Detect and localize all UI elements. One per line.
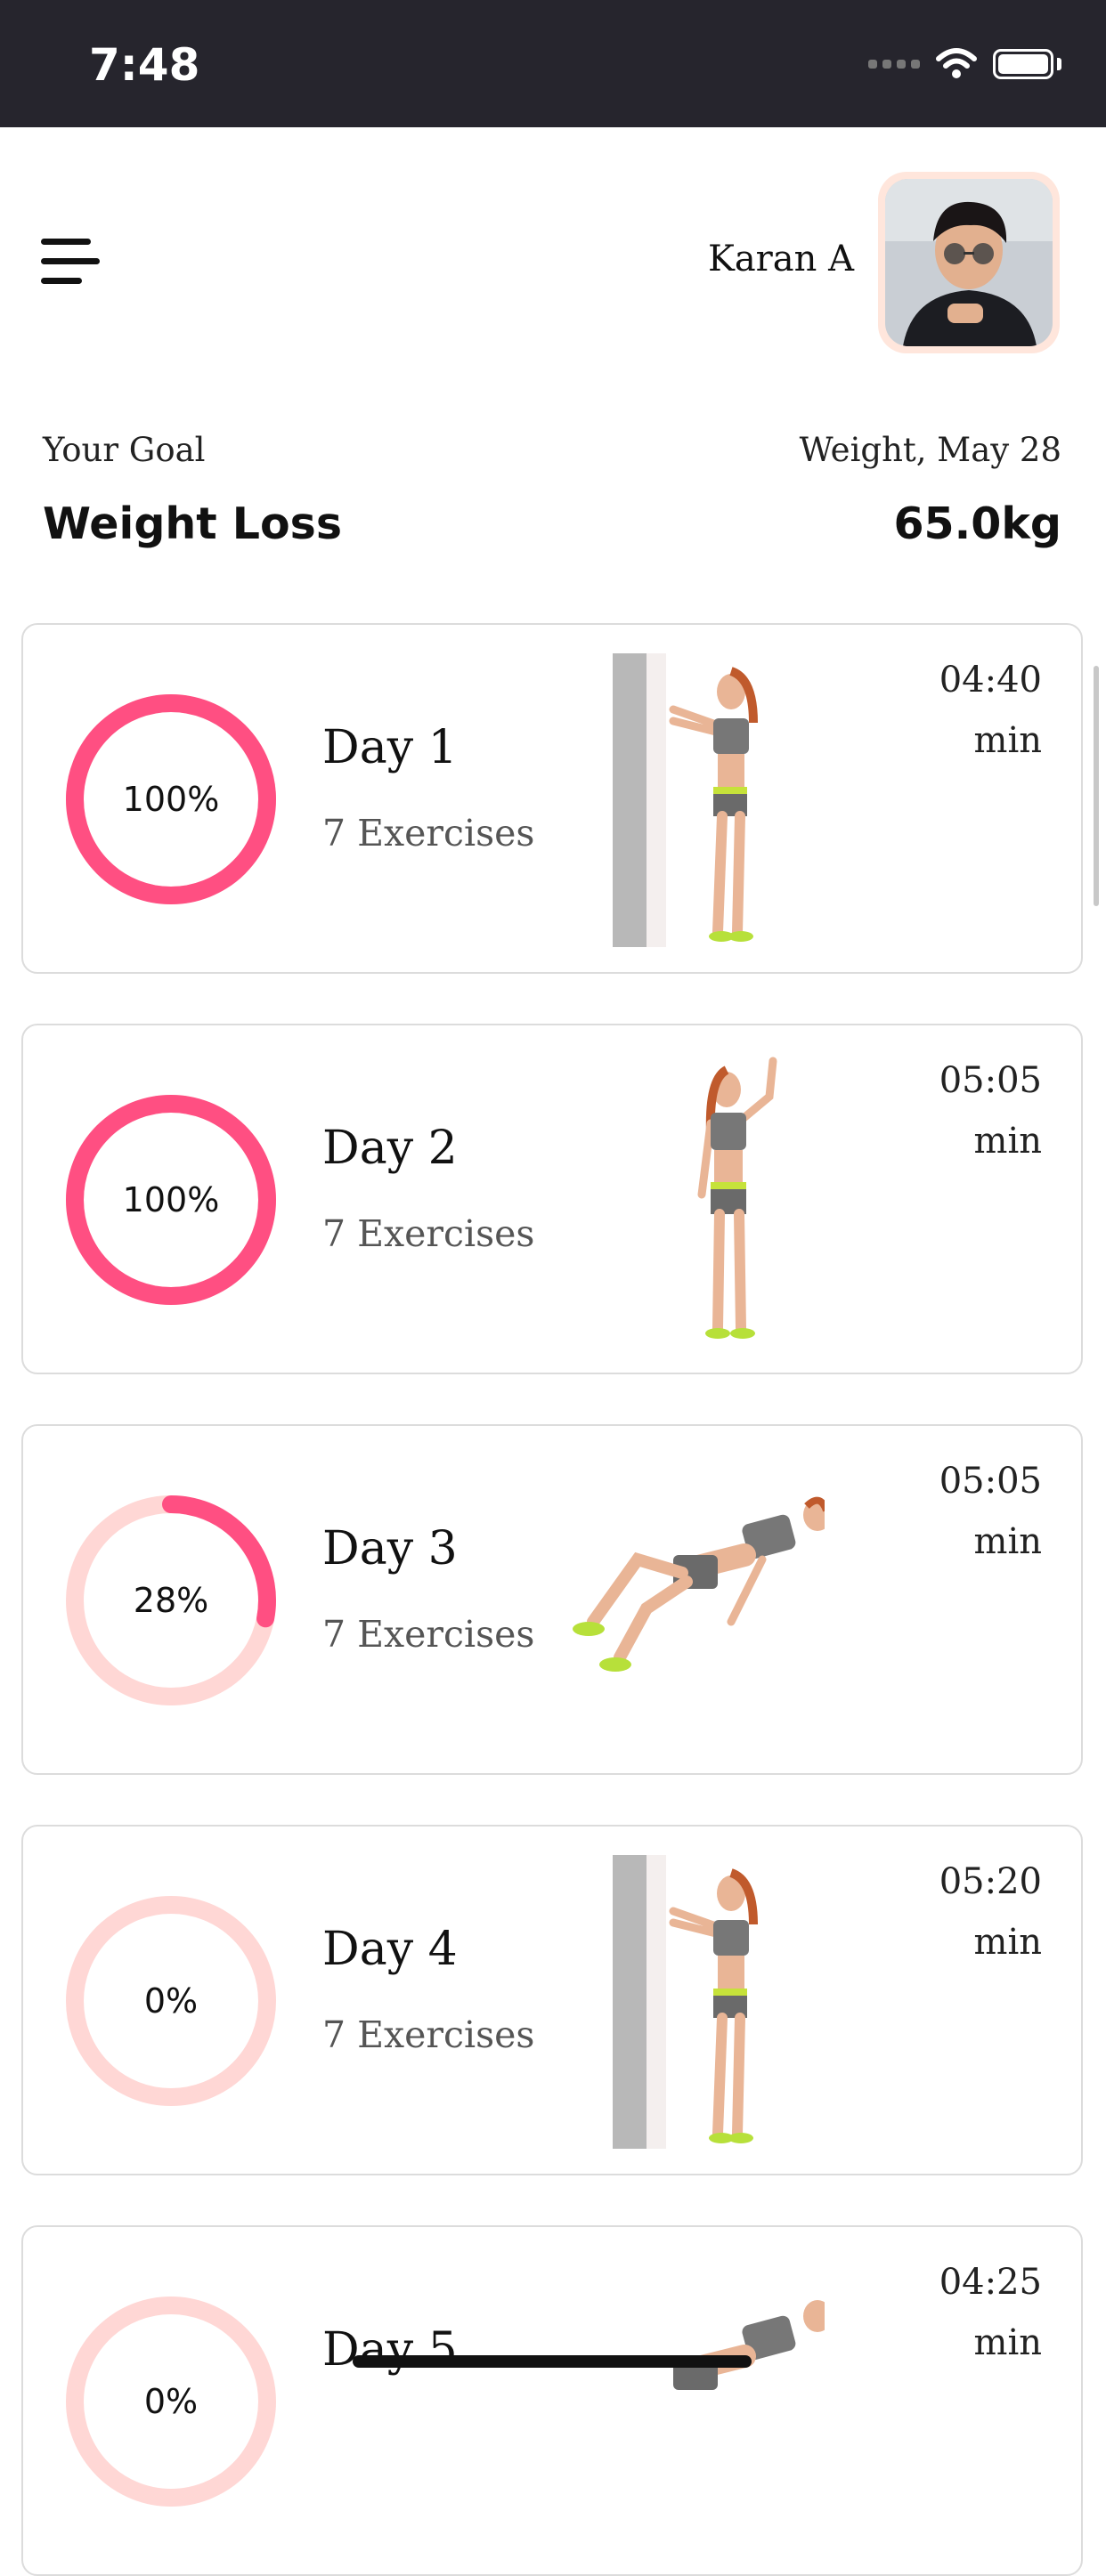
duration: 05:05 min xyxy=(939,1050,1042,1171)
wall-push-up-illustration xyxy=(613,1855,758,2149)
day-card-1[interactable]: 100% Day 1 7 Exercises 04:40 min xyxy=(21,623,1083,974)
duration: 04:40 min xyxy=(939,650,1042,771)
weight-date-label: Weight, May 28 xyxy=(799,431,1061,469)
status-icons xyxy=(868,46,1061,82)
exercise-count: 7 Exercises xyxy=(322,2013,535,2056)
app-header: Karan A xyxy=(0,127,1106,403)
home-indicator[interactable] xyxy=(353,2355,752,2368)
status-bar: 7:48 xyxy=(0,0,1106,127)
duration-value: 05:20 xyxy=(939,1861,1042,1902)
exercise-count: 7 Exercises xyxy=(322,1212,535,1255)
wall-push-up-illustration xyxy=(613,653,758,947)
signal-icon xyxy=(868,60,920,69)
arm-raise-illustration xyxy=(697,1057,777,1339)
duration-unit: min xyxy=(973,1922,1042,1963)
user-name[interactable]: Karan A xyxy=(708,239,854,279)
duration-value: 04:25 xyxy=(939,2262,1042,2303)
floor-exercise-illustration xyxy=(673,2300,825,2390)
progress-label: 100% xyxy=(122,1180,220,1219)
duration-unit: min xyxy=(973,720,1042,761)
duration: 05:05 min xyxy=(939,1451,1042,1572)
duration-value: 05:05 xyxy=(939,1060,1042,1101)
progress-label: 0% xyxy=(143,1981,199,2021)
day-title: Day 5 xyxy=(322,2323,458,2377)
avatar-image xyxy=(885,179,1053,346)
scrollbar[interactable] xyxy=(1094,666,1099,906)
duration-unit: min xyxy=(973,1521,1042,1562)
weight-value: 65.0kg xyxy=(893,498,1061,549)
wifi-icon xyxy=(936,48,977,80)
day-card-5[interactable]: 0% Day 5 04:25 min xyxy=(21,2225,1083,2576)
menu-icon[interactable] xyxy=(41,237,103,290)
day-title: Day 3 xyxy=(322,1522,458,1576)
avatar[interactable] xyxy=(878,172,1060,353)
day-title: Day 4 xyxy=(322,1923,458,1976)
duration: 04:25 min xyxy=(939,2252,1042,2373)
day-card-4[interactable]: 0% Day 4 7 Exercises 05:20 min xyxy=(21,1825,1083,2175)
battery-tip xyxy=(1057,58,1061,70)
goal-value: Weight Loss xyxy=(43,498,342,549)
duration: 05:20 min xyxy=(939,1851,1042,1973)
duration-unit: min xyxy=(973,1121,1042,1162)
duration-unit: min xyxy=(973,2322,1042,2363)
day-title: Day 1 xyxy=(322,721,458,774)
day-card-3[interactable]: 28% Day 3 7 Exercises 05:05 min xyxy=(21,1424,1083,1775)
floor-exercise-illustration xyxy=(573,1496,825,1672)
day-card-2[interactable]: 100% Day 2 7 Exercises 05:05 min xyxy=(21,1024,1083,1374)
day-title: Day 2 xyxy=(322,1122,458,1175)
battery-icon xyxy=(993,49,1053,79)
exercise-count: 7 Exercises xyxy=(322,812,535,855)
status-time: 7:48 xyxy=(89,39,200,91)
duration-value: 04:40 xyxy=(939,660,1042,701)
progress-label: 100% xyxy=(122,780,220,819)
duration-value: 05:05 xyxy=(939,1461,1042,1502)
goal-label: Your Goal xyxy=(43,431,206,469)
exercise-count: 7 Exercises xyxy=(322,1613,535,1656)
progress-label: 28% xyxy=(133,1581,209,1620)
progress-label: 0% xyxy=(143,2382,199,2421)
